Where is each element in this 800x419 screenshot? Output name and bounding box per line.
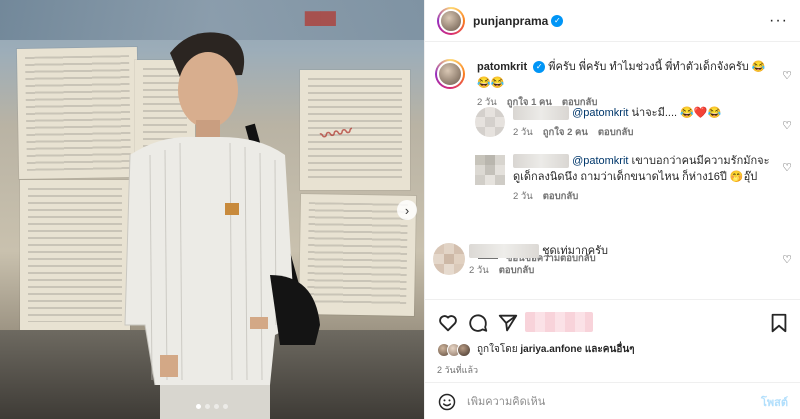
- mention-link[interactable]: @patomkrit: [572, 107, 628, 119]
- carousel-dot[interactable]: [214, 404, 219, 409]
- avatar[interactable]: [475, 107, 505, 137]
- comment-icon[interactable]: [467, 312, 489, 334]
- comment-input[interactable]: [467, 395, 761, 408]
- carousel-dot[interactable]: [205, 404, 210, 409]
- heart-icon[interactable]: [437, 312, 459, 334]
- heart-icon[interactable]: ♡: [782, 119, 792, 132]
- post-comment-button[interactable]: โพสต์: [761, 393, 788, 411]
- post-sidebar: punjanprama ✓ ··· patomkrit ✓ พี่ครับ พี…: [424, 0, 800, 419]
- redacted-username: [469, 244, 539, 259]
- verified-badge-icon: ✓: [551, 14, 564, 27]
- smiley-icon[interactable]: [437, 392, 457, 412]
- comment-body: ชุดเท่มากครับ: [542, 245, 609, 257]
- others-link[interactable]: และคนอื่นๆ: [585, 342, 635, 357]
- post-photo[interactable]: ▅▅ 〰〰 ›: [0, 0, 424, 419]
- comment-bar: โพสต์: [425, 382, 800, 419]
- redacted-area: [525, 312, 593, 332]
- likes-summary: ถูกใจโดย jariya.anfone และคนอื่นๆ: [437, 342, 635, 357]
- reply-button[interactable]: ตอบกลับ: [598, 125, 634, 140]
- send-icon[interactable]: [497, 312, 519, 334]
- avatar[interactable]: [475, 155, 505, 185]
- comment-item: ชุดเท่มากครับ 2 วัน ตอบกลับ ♡: [433, 243, 800, 278]
- post-actions: ถูกใจโดย jariya.anfone และคนอื่นๆ 2 วันท…: [425, 299, 800, 419]
- heart-icon[interactable]: ♡: [782, 161, 792, 174]
- mention-link[interactable]: @patomkrit: [572, 155, 628, 167]
- heart-icon[interactable]: ♡: [782, 253, 792, 266]
- commenter-avatar-ring[interactable]: [435, 59, 465, 89]
- likes-prefix: ถูกใจโดย: [477, 344, 518, 355]
- verified-badge-icon: ✓: [533, 61, 546, 74]
- graffiti-mark: ▅▅: [305, 2, 336, 26]
- post-header: punjanprama ✓ ···: [425, 0, 800, 42]
- comments-list: patomkrit ✓ พี่ครับ พี่ครับ ทำไมช่วงนี้ …: [425, 43, 800, 299]
- avatar: [457, 342, 471, 357]
- carousel-dots: [0, 404, 424, 409]
- reply-item: @patomkrit เขาบอกว่าคนมีความรักมักจะดูเด…: [475, 153, 800, 204]
- chevron-right-icon[interactable]: ›: [397, 200, 417, 220]
- carousel-dot[interactable]: [223, 404, 228, 409]
- heart-icon[interactable]: ♡: [782, 69, 792, 82]
- author-avatar-ring[interactable]: [437, 6, 465, 35]
- bookmark-icon[interactable]: [768, 312, 790, 334]
- carousel-dot[interactable]: [196, 404, 201, 409]
- avatar: [437, 61, 463, 87]
- redacted-username: [513, 106, 569, 121]
- comment-likes[interactable]: ถูกใจ 2 คน: [543, 125, 588, 140]
- comment-username[interactable]: patomkrit: [477, 61, 527, 73]
- reply-item: @patomkrit น่าจะมี.... 😂❤️😂 2 วัน ถูกใจ …: [475, 105, 800, 140]
- comment-age: 2 วัน: [513, 191, 533, 202]
- post-timestamp[interactable]: 2 วันที่แล้ว: [437, 363, 478, 377]
- avatar: [439, 8, 463, 33]
- redacted-username: [513, 154, 569, 169]
- comment-body: น่าจะมี.... 😂❤️😂: [628, 107, 722, 119]
- person-figure: [124, 32, 320, 419]
- comment-item: patomkrit ✓ พี่ครับ พี่ครับ ทำไมช่วงนี้ …: [435, 59, 800, 110]
- comment-age: 2 วัน: [513, 127, 533, 138]
- reply-button[interactable]: ตอบกลับ: [543, 189, 579, 204]
- liker-username[interactable]: jariya.anfone: [520, 344, 582, 355]
- more-horizontal-icon[interactable]: ···: [769, 12, 788, 30]
- comment-age: 2 วัน: [469, 265, 489, 276]
- author-username[interactable]: punjanprama: [473, 14, 548, 28]
- reply-button[interactable]: ตอบกลับ: [499, 263, 535, 278]
- avatar[interactable]: [433, 243, 465, 275]
